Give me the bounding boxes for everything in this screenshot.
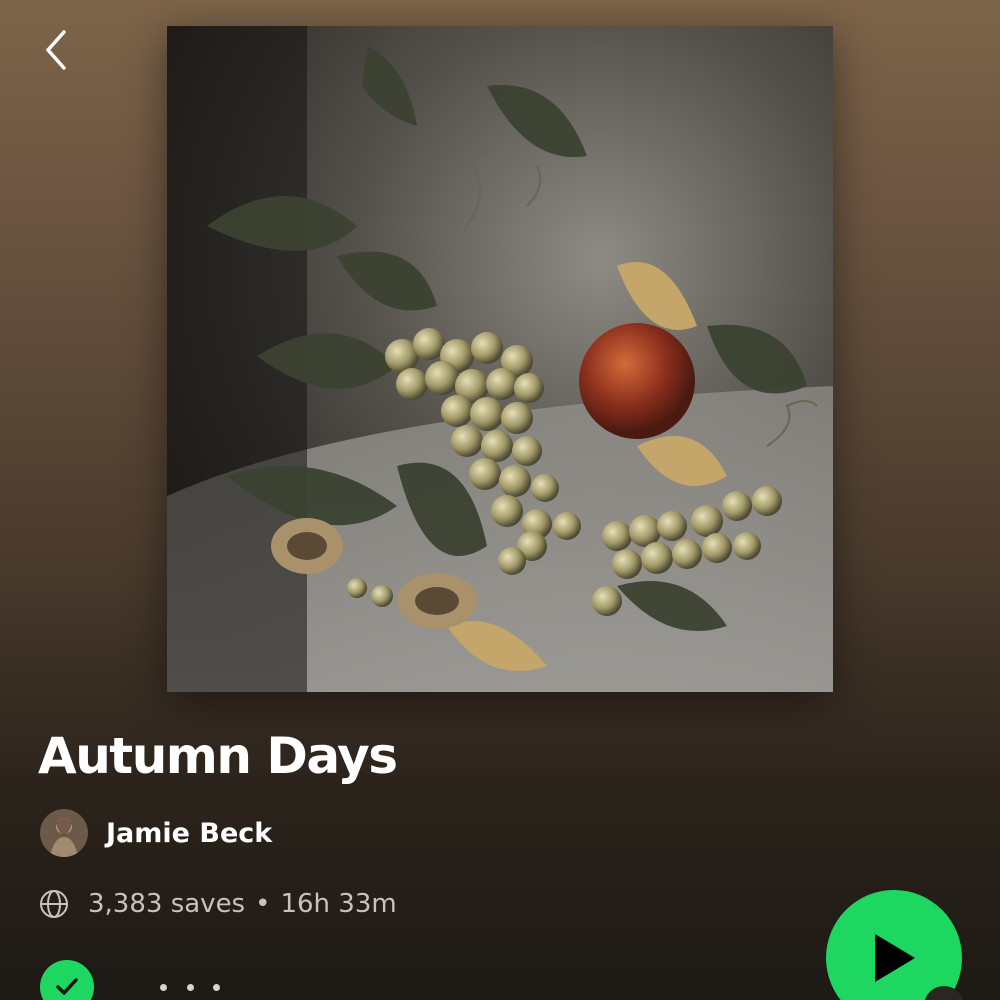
back-button[interactable] xyxy=(36,26,76,74)
more-options-button[interactable] xyxy=(160,972,220,1000)
owner-name[interactable]: Jamie Beck xyxy=(106,818,272,849)
more-options-icon xyxy=(160,983,167,991)
saved-button[interactable] xyxy=(40,960,94,1000)
play-button[interactable] xyxy=(826,890,962,1000)
checkmark-icon xyxy=(56,978,78,995)
play-icon xyxy=(875,934,915,982)
playlist-cover-image xyxy=(167,26,833,692)
avatar[interactable] xyxy=(40,809,88,857)
playlist-title: Autumn Days xyxy=(38,727,398,785)
owner-row[interactable]: Jamie Beck xyxy=(40,806,272,860)
chevron-left-icon xyxy=(46,30,66,70)
saves-count: 3,383 saves xyxy=(88,889,246,919)
playlist-duration: 16h 33m xyxy=(280,889,397,919)
more-options-icon xyxy=(213,983,220,991)
playlist-meta: 3,383 saves • 16h 33m xyxy=(38,882,397,926)
globe-icon xyxy=(40,890,68,918)
meta-separator: • xyxy=(255,889,271,919)
more-options-icon xyxy=(186,983,194,991)
